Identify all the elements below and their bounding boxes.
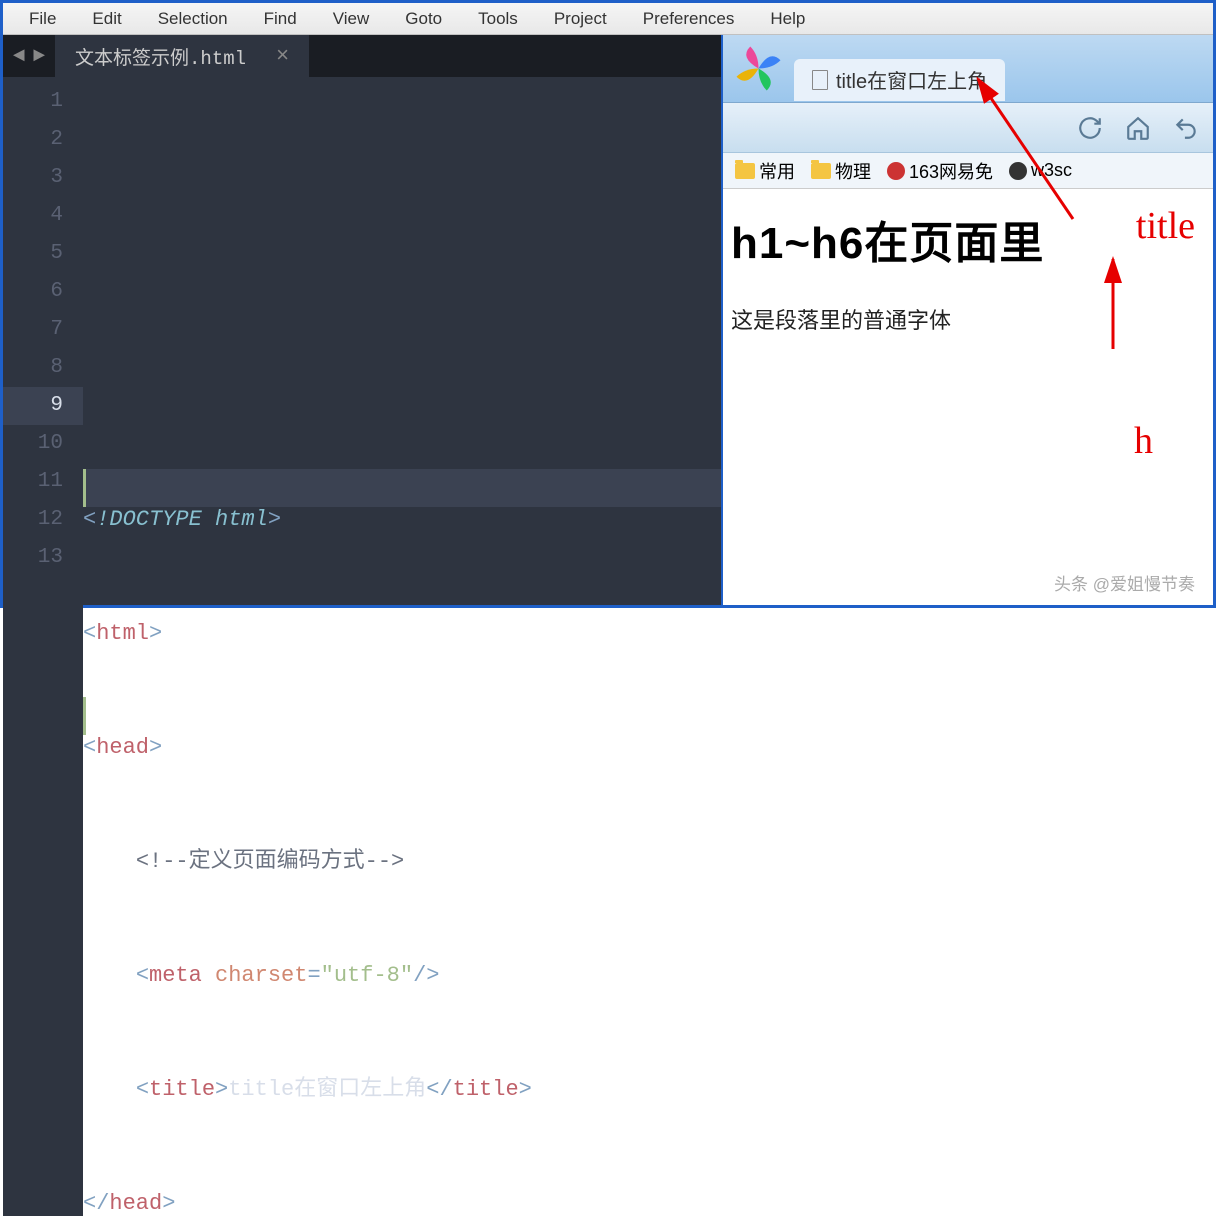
menu-edit[interactable]: Edit <box>74 5 139 33</box>
tab-label: 文本标签示例.html <box>75 43 246 70</box>
nav-back-icon[interactable]: ◄ <box>13 45 25 68</box>
bookmark-item[interactable]: w3sc <box>1003 158 1078 183</box>
refresh-icon[interactable] <box>1073 111 1107 145</box>
editor-tab-bar: ◄ ► 文本标签示例.html × <box>3 35 721 77</box>
bookmarks-bar: 常用物理163网易免w3sc <box>723 153 1213 189</box>
file-icon <box>812 70 828 90</box>
menu-bar: FileEditSelectionFindViewGotoToolsProjec… <box>3 3 1213 35</box>
browser-tab-title: title在窗口左上角 <box>836 65 987 94</box>
menu-file[interactable]: File <box>11 5 74 33</box>
page-paragraph: 这是段落里的普通字体 <box>731 303 1205 335</box>
code-editor: ◄ ► 文本标签示例.html × 12345678910111213 <!DO… <box>3 35 723 605</box>
menu-view[interactable]: View <box>315 5 388 33</box>
file-tab[interactable]: 文本标签示例.html × <box>55 35 309 77</box>
annotation-h-label: h <box>1134 419 1153 463</box>
menu-tools[interactable]: Tools <box>460 5 536 33</box>
browser-pane: title在窗口左上角 常用物理163网易免w3sc h1~h6在页面里 这是段… <box>723 35 1213 605</box>
line-gutter: 12345678910111213 <box>3 77 83 1216</box>
menu-preferences[interactable]: Preferences <box>625 5 753 33</box>
browser-titlebar: title在窗口左上角 <box>723 35 1213 103</box>
browser-toolbar <box>723 103 1213 153</box>
page-h1: h1~h6在页面里 <box>731 207 1205 271</box>
bookmark-item[interactable]: 163网易免 <box>881 156 999 186</box>
page-content: h1~h6在页面里 这是段落里的普通字体 title h <box>723 189 1213 605</box>
close-icon[interactable]: × <box>276 44 289 69</box>
nav-fwd-icon[interactable]: ► <box>33 45 45 68</box>
watermark: 头条 @爱姐慢节奏 <box>1054 570 1195 595</box>
bookmark-item[interactable]: 物理 <box>805 156 877 186</box>
menu-project[interactable]: Project <box>536 5 625 33</box>
menu-find[interactable]: Find <box>246 5 315 33</box>
browser-logo-icon <box>731 41 786 96</box>
browser-tab[interactable]: title在窗口左上角 <box>794 59 1005 101</box>
menu-selection[interactable]: Selection <box>140 5 246 33</box>
undo-icon[interactable] <box>1169 111 1203 145</box>
bookmark-item[interactable]: 常用 <box>729 156 801 186</box>
menu-help[interactable]: Help <box>752 5 823 33</box>
code-area[interactable]: <!DOCTYPE html> <html> <head> <!--定义页面编码… <box>83 77 721 1216</box>
home-icon[interactable] <box>1121 111 1155 145</box>
annotation-title-label: title <box>1136 204 1195 248</box>
menu-goto[interactable]: Goto <box>387 5 460 33</box>
